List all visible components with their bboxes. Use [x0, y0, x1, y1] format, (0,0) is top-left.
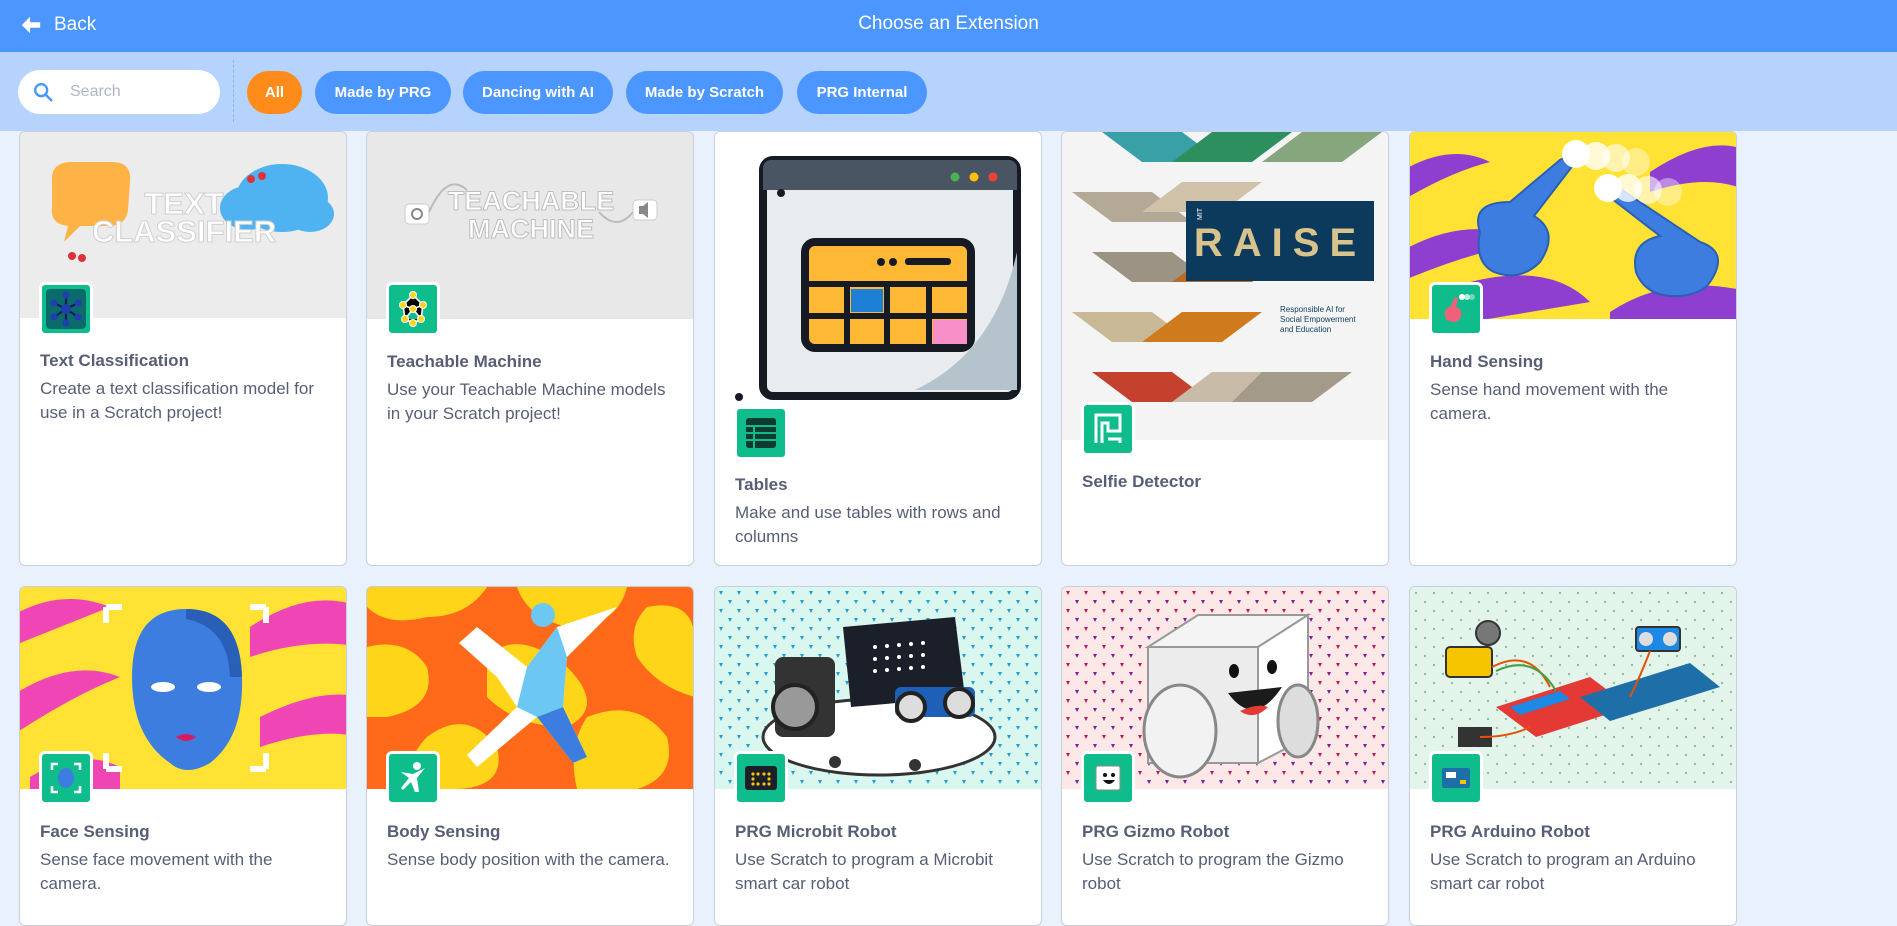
extension-description: Sense hand movement with the camera.: [1430, 380, 1669, 423]
extension-name: Face Sensing: [40, 822, 150, 841]
extension-name: Teachable Machine: [387, 352, 542, 371]
filter-divider: [233, 60, 234, 122]
filter-dancing-with-ai[interactable]: Dancing with AI: [463, 71, 613, 114]
hand-sensing-icon: [1429, 282, 1483, 336]
arduino-icon: [1429, 751, 1483, 805]
extension-description: Use Scratch to program a Microbit smart …: [735, 850, 993, 893]
extension-name: PRG Gizmo Robot: [1082, 822, 1230, 841]
extension-card-selfie-detector[interactable]: MIT RAISE Responsible AI for Social Empo…: [1061, 131, 1389, 566]
raise-tagline-3: and Education: [1280, 325, 1331, 334]
search-box[interactable]: [18, 70, 220, 114]
extension-card-face-sensing[interactable]: Face Sensing Sense face movement with th…: [19, 586, 347, 926]
extension-description: Create a text classification model for u…: [40, 379, 315, 422]
extension-card-teachable-machine[interactable]: TEACHABLE MACHINE Teachable Machine Use …: [366, 131, 694, 566]
neural-network-icon: [386, 282, 440, 336]
extension-name: PRG Microbit Robot: [735, 822, 897, 841]
extension-name: PRG Arduino Robot: [1430, 822, 1590, 841]
filter-made-by-scratch[interactable]: Made by Scratch: [626, 71, 783, 114]
extension-card-text-classification[interactable]: TEXT CLASSIFIER Text Classification Crea…: [19, 131, 347, 566]
art-text-line1: TEACHABLE: [448, 186, 615, 216]
gizmo-robot-icon: [1081, 751, 1135, 805]
extension-card-body-sensing[interactable]: Body Sensing Sense body position with th…: [366, 586, 694, 926]
filter-prg-internal[interactable]: PRG Internal: [797, 71, 927, 114]
extension-description: Use your Teachable Machine models in you…: [387, 380, 666, 423]
page-title: Choose an Extension: [858, 13, 1039, 34]
extension-description: Use Scratch to program an Arduino smart …: [1430, 850, 1696, 893]
search-input[interactable]: [68, 82, 202, 102]
header-bar: Back Choose an Extension: [0, 0, 1897, 52]
filter-all[interactable]: All: [247, 71, 302, 114]
extension-name: Hand Sensing: [1430, 352, 1544, 371]
art-text-line2: CLASSIFIER: [92, 214, 276, 249]
raise-mit-label: MIT: [1197, 207, 1204, 220]
raise-tagline-1: Responsible AI for: [1280, 305, 1345, 314]
extension-description: Make and use tables with rows and column…: [735, 503, 1001, 546]
extension-card-hand-sensing[interactable]: Hand Sensing Sense hand movement with th…: [1409, 131, 1737, 566]
extension-name: Body Sensing: [387, 822, 501, 841]
art-text-line2: MACHINE: [468, 214, 594, 244]
extension-name: Tables: [735, 475, 788, 494]
filter-made-by-prg[interactable]: Made by PRG: [315, 71, 451, 114]
selfie-detector-icon: [1081, 402, 1135, 456]
network-icon: [39, 282, 93, 336]
extension-card-prg-microbit-robot[interactable]: PRG Microbit Robot Use Scratch to progra…: [714, 586, 1042, 926]
extension-description: Sense face movement with the camera.: [40, 850, 273, 893]
extension-card-prg-gizmo-robot[interactable]: PRG Gizmo Robot Use Scratch to program t…: [1061, 586, 1389, 926]
body-sensing-icon: [386, 751, 440, 805]
extension-description: Use Scratch to program the Gizmo robot: [1082, 850, 1344, 893]
search-icon: [34, 83, 53, 102]
extension-card-prg-arduino-robot[interactable]: PRG Arduino Robot Use Scratch to program…: [1409, 586, 1737, 926]
raise-tagline-2: Social Empowerment: [1280, 315, 1356, 324]
extension-name: Text Classification: [40, 351, 189, 370]
microbit-icon: [734, 751, 788, 805]
extension-description: Sense body position with the camera.: [387, 850, 670, 869]
extension-name: Selfie Detector: [1082, 472, 1202, 491]
table-icon: [734, 406, 788, 460]
raise-logo-text: RAISE: [1194, 221, 1366, 265]
face-sensing-icon: [39, 751, 93, 805]
tables-artwork: [715, 132, 1041, 404]
filter-bar: All Made by PRG Dancing with AI Made by …: [0, 52, 1897, 131]
extension-card-tables[interactable]: Tables Make and use tables with rows and…: [714, 131, 1042, 566]
raise-artwork: MIT RAISE Responsible AI for Social Empo…: [1062, 132, 1388, 440]
